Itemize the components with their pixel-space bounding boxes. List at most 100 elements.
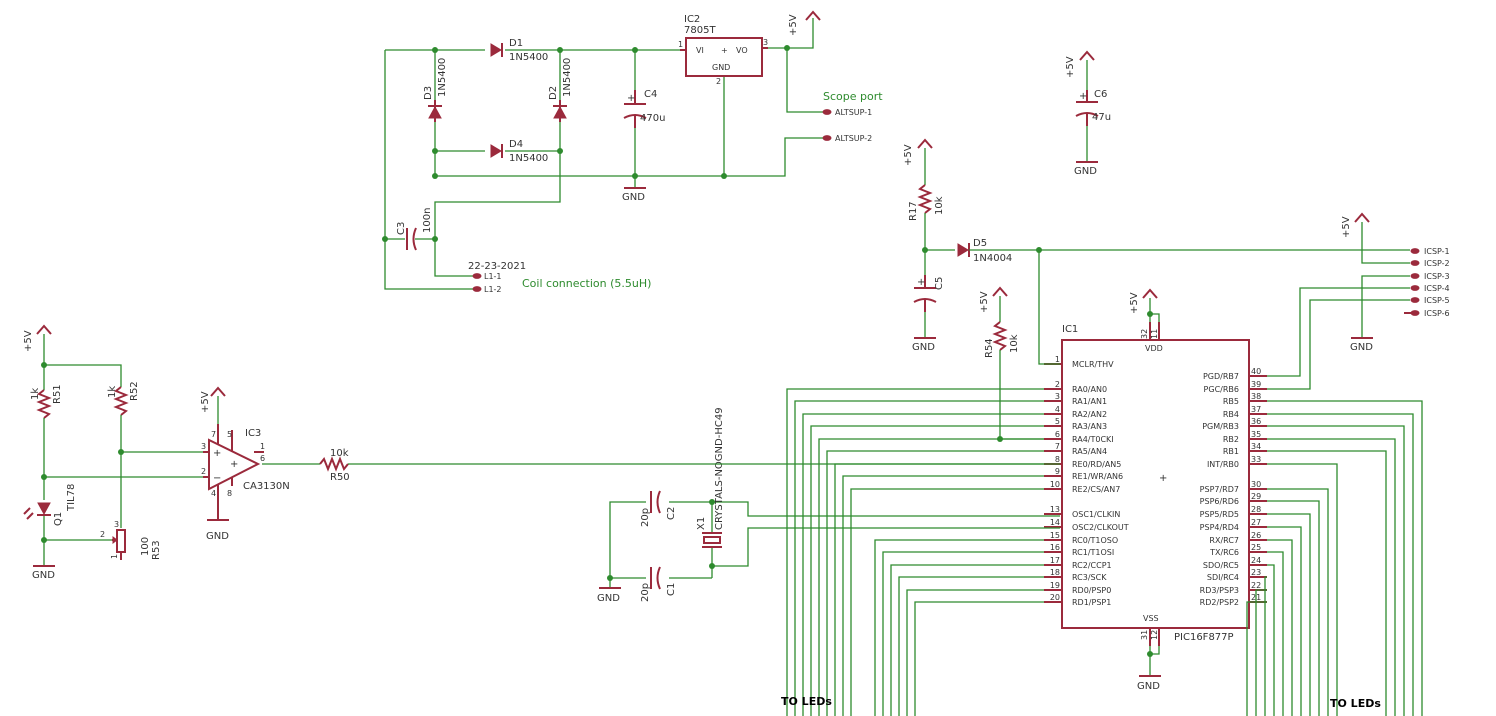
ic1-left-pin-label: RE2/CS/AN7	[1072, 485, 1120, 494]
coil-connection-label: Coil connection (5.5uH)	[522, 277, 651, 290]
ic1-right-pin-label: PSP7/RD7	[1200, 485, 1239, 494]
phototransistor-q1: Q1 TIL78	[23, 484, 77, 526]
ic1-right-pin-label: PGC/RB6	[1204, 385, 1239, 394]
sensor-section: +5V 1k R51 Q1 TIL78 GND 1k R52 3 2 1 100…	[23, 324, 1060, 581]
regulator-ic2: IC2 7805T VI VO + GND 1 3 2	[678, 14, 768, 86]
r53-pin-3: 3	[114, 520, 119, 529]
ic3-pin-vminus: 4	[211, 489, 216, 498]
led-bus-wire-left	[890, 564, 1044, 716]
to-leds-right: TO LEDs	[1330, 697, 1381, 710]
ic1-right-pin-number: 24	[1251, 556, 1261, 565]
q1-value: TIL78	[66, 484, 77, 512]
gnd-label: GND	[912, 342, 935, 353]
ic1-right-pin-number: 26	[1251, 531, 1261, 540]
led-bus-wire-right	[1267, 551, 1284, 716]
ic3-pin-vplus: 7	[211, 430, 216, 439]
svg-text:+: +	[627, 93, 635, 104]
c2-value: 20p	[640, 508, 651, 527]
ic3-pin-offset1: 5	[227, 430, 232, 439]
ic1-right-pin-label: RB1	[1223, 447, 1239, 456]
c4-value: 470u	[640, 113, 665, 124]
ic1-right-pin-number: 30	[1251, 480, 1261, 489]
schematic-canvas: D1 1N5400 D4 1N5400 D3 1N5400 D2 1N5400	[23, 10, 1450, 716]
plus5v-symbol: +5V	[788, 10, 821, 36]
ic1-left-pin-number: 9	[1055, 467, 1060, 476]
led-bus-wire-right	[1267, 400, 1423, 716]
ic1-left-pin-label: OSC1/CLKIN	[1072, 510, 1120, 519]
d5-value: 1N4004	[973, 253, 1012, 264]
icsp-header: ICSP-1 ICSP-2 ICSP-3 ICSP-4 ICSP-5 ICSP-…	[1404, 247, 1450, 318]
d1-name: D1	[509, 38, 523, 49]
icsp-2-label: ICSP-2	[1424, 259, 1450, 268]
c6-name: C6	[1094, 89, 1107, 100]
power-supply: D1 1N5400 D4 1N5400 D3 1N5400 D2 1N5400	[382, 10, 883, 294]
mcu-ic1: IC1 PIC16F877P VDD VSS + +5V 32 11 GND 3…	[1044, 288, 1267, 692]
ic1-left-pin-label: RA0/AN0	[1072, 385, 1107, 394]
altsup-2-pin: ALTSUP-2	[822, 134, 872, 143]
ic2-pin-in: 1	[678, 40, 683, 49]
ic1-right-pin-number: 36	[1251, 417, 1261, 426]
ic3-value: CA3130N	[243, 481, 290, 492]
d3-value: 1N5400	[437, 58, 448, 97]
gnd-label: GND	[1137, 681, 1160, 692]
diode-d5: D5 1N4004	[957, 238, 1012, 264]
ic1-left-pin-label: OSC2/CLKOUT	[1072, 523, 1129, 532]
ic1-right-pin-label: RB4	[1223, 410, 1239, 419]
ic1-right-pin-label: PGM/RB3	[1202, 422, 1239, 431]
ic1-bottom-pin-2: 12	[1150, 630, 1159, 640]
r53-name: R53	[151, 540, 162, 560]
ic1-right-pin-label: SDI/RC4	[1207, 573, 1239, 582]
ic1-top-pin-2: 11	[1150, 329, 1159, 339]
ic1-right-pin-label: RB5	[1223, 397, 1239, 406]
altsup-2-label: ALTSUP-2	[835, 134, 872, 143]
d5-name: D5	[973, 238, 987, 249]
ic1-vss: VSS	[1143, 614, 1159, 623]
c4-name: C4	[644, 89, 657, 100]
opamp-ic3: + + − GND +5V IC3 CA3130N 3 2 6 7 4 5 1 …	[200, 386, 290, 542]
r50-value: 10k	[330, 448, 349, 459]
ic1-right-pin-number: 37	[1251, 405, 1261, 414]
ic1-right-pin-label: PSP5/RD5	[1200, 510, 1239, 519]
led-bus-wire-right	[1267, 539, 1293, 716]
ic3-pin-out: 6	[260, 454, 265, 463]
ic1-right-pin-label: RB2	[1223, 435, 1239, 444]
ic3-pin-in-minus: 2	[201, 467, 206, 476]
d4-name: D4	[509, 139, 523, 150]
r51-name: R51	[52, 384, 63, 404]
icsp-3-label: ICSP-3	[1424, 272, 1450, 281]
led-bus-wire-right	[1264, 576, 1267, 716]
c3-value: 100n	[422, 208, 433, 233]
ic1-right-pin-label: RX/RC7	[1209, 536, 1239, 545]
plus5v-label: +5V	[1341, 216, 1352, 238]
coil-pin-2-label: L1-2	[484, 285, 502, 294]
r52-name: R52	[129, 381, 140, 401]
ic1-left-pin-number: 13	[1050, 505, 1060, 514]
c5-name: C5	[934, 277, 945, 290]
crystal-x1: X1 CRYSTALS-NOGND-HC49	[696, 407, 725, 548]
ic2-value: 7805T	[684, 25, 716, 36]
ic1-left-pin-label: RC1/T1OSI	[1072, 548, 1114, 557]
ic2-pin-out: 3	[763, 38, 768, 47]
r51-value: 1k	[30, 388, 41, 400]
ic1-right-pin-number: 33	[1251, 455, 1261, 464]
resistor-r52: 1k R52	[107, 381, 140, 416]
ic1-left-pin-label: RD0/PSP0	[1072, 586, 1111, 595]
ic1-left-pin-number: 19	[1050, 581, 1060, 590]
ic1-right-pin-number: 28	[1251, 505, 1261, 514]
ic3-pin-in-plus: 3	[201, 442, 206, 451]
r50-name: R50	[330, 472, 350, 483]
ic1-left-pin-number: 5	[1055, 417, 1060, 426]
capacitor-c3: C3 100n	[396, 208, 433, 251]
ic1-left-pin-label: RE0/RD/AN5	[1072, 460, 1121, 469]
led-bus-wire-right	[1267, 526, 1302, 716]
ic1-right-pin-label: PGD/RB7	[1203, 372, 1239, 381]
led-bus-wire-left	[874, 539, 1044, 716]
ic1-left-pin-number: 10	[1050, 480, 1060, 489]
gnd-symbol: GND	[622, 187, 646, 203]
gnd-label: GND	[622, 192, 645, 203]
led-bus-wire-left	[794, 400, 1044, 716]
c1-value: 20p	[640, 583, 651, 602]
c2-name: C2	[666, 507, 677, 520]
capacitor-c2: 20p C2	[640, 490, 677, 527]
x1-value: CRYSTALS-NOGND-HC49	[714, 407, 725, 530]
